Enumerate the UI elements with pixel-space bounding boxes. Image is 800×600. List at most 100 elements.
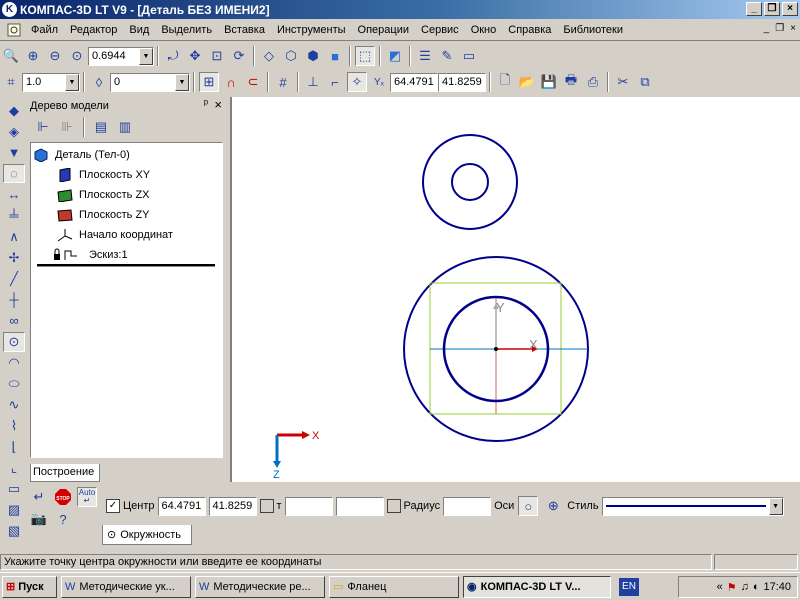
circle-tool-icon[interactable]: ⊙	[3, 332, 25, 352]
local-cs-icon[interactable]: ⊥	[303, 72, 323, 92]
tree-close-button[interactable]: ×	[214, 97, 222, 112]
language-indicator[interactable]: EN	[619, 577, 639, 596]
hidden-thin-icon[interactable]: ⬢	[303, 46, 323, 66]
radius-checkbox[interactable]	[386, 499, 401, 513]
fillet-icon[interactable]: ⌞	[3, 459, 25, 478]
center-checkbox[interactable]: ✓	[106, 499, 120, 513]
round-icon[interactable]: ✧	[347, 72, 367, 92]
radius-field[interactable]	[443, 496, 492, 516]
minimize-button[interactable]: _	[746, 2, 762, 16]
grid-icon[interactable]: #	[273, 72, 293, 92]
camera-icon[interactable]: 📷	[29, 509, 49, 529]
upper-outer-circle[interactable]	[422, 134, 518, 230]
rotate-view-icon[interactable]: ⤾	[163, 46, 183, 66]
taskbar-item-kompas[interactable]: ◉ КОМПАС-3D LT V...	[463, 575, 611, 598]
hidden-lines-icon[interactable]: ⬡	[281, 46, 301, 66]
mdi-restore-button[interactable]: ❐	[775, 23, 784, 34]
sketch-svg[interactable]: Y X X Z	[232, 97, 800, 482]
close-button[interactable]: ×	[782, 2, 798, 16]
tree-item-part[interactable]: Деталь (Тел-0)	[33, 146, 130, 164]
auxline-icon[interactable]: ┼	[3, 290, 25, 309]
zoom-window-icon[interactable]: 🔍	[1, 46, 21, 66]
center-y-field[interactable]: 41.8259	[208, 496, 257, 516]
sketch-mode-icon[interactable]: ⬚	[355, 46, 375, 66]
menu-tools[interactable]: Инструменты	[271, 24, 352, 36]
point-icon[interactable]: ✢	[3, 248, 25, 267]
document-menu-icon[interactable]	[4, 20, 24, 40]
grid-step-icon[interactable]: ⌗	[1, 72, 21, 92]
save-icon[interactable]: 💾	[539, 72, 559, 92]
rectangle-icon[interactable]: ▭	[3, 480, 25, 499]
zoom-combo[interactable]: 0.6944 ▼	[88, 46, 154, 66]
menu-libraries[interactable]: Библиотеки	[557, 24, 629, 36]
center-x-field[interactable]: 64.4791	[157, 496, 206, 516]
title-bar[interactable]: K КОМПАС-3D LT V9 - [Деталь БЕЗ ИМЕНИ2] …	[0, 0, 800, 19]
menu-service[interactable]: Сервис	[415, 24, 465, 36]
layer-icon[interactable]: ◊	[89, 72, 109, 92]
tree-order-icon[interactable]: ⊪	[57, 117, 77, 137]
copy-icon[interactable]: ⧉	[635, 72, 655, 92]
hatch2-icon[interactable]: ▧	[3, 522, 25, 541]
style-combo[interactable]: ▼	[601, 496, 784, 516]
tree-structure-icon[interactable]: ⊩	[33, 117, 53, 137]
no-axes-icon[interactable]: ○	[518, 496, 539, 516]
chamfer-icon[interactable]: ⌊	[3, 438, 25, 457]
zoom-scale-icon[interactable]: ⊙	[67, 46, 87, 66]
help-icon[interactable]: ?	[53, 509, 73, 529]
point-x-field[interactable]	[284, 496, 333, 516]
ortho-mode-icon[interactable]: ⌐	[325, 72, 345, 92]
dimensions-icon[interactable]: ↔	[3, 185, 25, 204]
fit-all-icon[interactable]: ⊡	[207, 46, 227, 66]
point-y-field[interactable]	[335, 496, 384, 516]
zoom-in-icon[interactable]: ⊕	[23, 46, 43, 66]
shaded-icon[interactable]: ■	[325, 46, 345, 66]
step-combo[interactable]: 1.0 ▼	[22, 72, 80, 92]
start-button[interactable]: ⊞ Пуск	[2, 575, 57, 598]
geometry-icon[interactable]: ◌	[3, 164, 25, 184]
coord-x-field[interactable]: 64.4791	[390, 72, 438, 92]
tree-item-plane-zx[interactable]: Плоскость ZX	[57, 186, 150, 204]
taskbar-item-folder[interactable]: ▭ Фланец	[329, 575, 459, 598]
open-icon[interactable]: 📂	[517, 72, 537, 92]
chevron-down-icon[interactable]: ▼	[139, 47, 153, 65]
menu-view[interactable]: Вид	[123, 24, 155, 36]
upper-inner-circle[interactable]	[451, 163, 489, 201]
chevron-down-icon[interactable]: ▼	[175, 73, 189, 91]
ellipse-icon[interactable]: ⬭	[3, 375, 25, 394]
mdi-close-button[interactable]: ×	[790, 23, 796, 34]
menu-operations[interactable]: Операции	[352, 24, 415, 36]
mdi-minimize-button[interactable]: _	[764, 23, 770, 34]
antivirus-icon[interactable]: ◐	[753, 581, 760, 593]
filter-icon[interactable]: ▼	[3, 143, 25, 162]
coord-y-field[interactable]: 41.8259	[438, 72, 486, 92]
snap-icon[interactable]: ⊂	[243, 72, 263, 92]
menu-insert[interactable]: Вставка	[218, 24, 271, 36]
tree-item-origin[interactable]: Начало координат	[57, 226, 173, 244]
layer-combo[interactable]: 0 ▼	[110, 72, 190, 92]
pin-icon[interactable]: ᵖ	[204, 98, 208, 110]
ortho-icon[interactable]: ⊞	[199, 72, 219, 92]
chevron-down-icon[interactable]: ▼	[768, 497, 783, 515]
tree-item-plane-xy[interactable]: Плоскость XY	[57, 166, 150, 184]
segment-icon[interactable]: ╱	[3, 269, 25, 288]
polyline-icon[interactable]: ⌇	[3, 417, 25, 436]
tray-chevron[interactable]: «	[717, 581, 723, 593]
stop-button[interactable]: STOP	[53, 487, 73, 507]
chevron-down-icon[interactable]: ▼	[65, 73, 79, 91]
spline-icon[interactable]: ∿	[3, 396, 25, 415]
edit-details-icon[interactable]: ◆	[3, 101, 25, 120]
restore-button[interactable]: ❐	[764, 2, 780, 16]
point-checkbox[interactable]	[259, 499, 274, 513]
params-icon[interactable]: ╧	[3, 206, 25, 225]
print-icon[interactable]: ⎙	[583, 72, 603, 92]
wireframe-icon[interactable]: ◇	[259, 46, 279, 66]
menu-select[interactable]: Выделить	[155, 24, 218, 36]
refresh-icon[interactable]: ⟳	[229, 46, 249, 66]
curve-icon[interactable]: ∞	[3, 311, 25, 330]
measure-icon[interactable]: ∧	[3, 227, 25, 246]
taskbar-item-doc2[interactable]: W Методические ре...	[195, 575, 325, 598]
hatch-icon[interactable]: ▨	[3, 501, 25, 520]
with-axes-icon[interactable]: ⊕	[543, 496, 563, 516]
properties-icon[interactable]: ☰	[415, 46, 435, 66]
menu-edit[interactable]: Редактор	[64, 24, 123, 36]
